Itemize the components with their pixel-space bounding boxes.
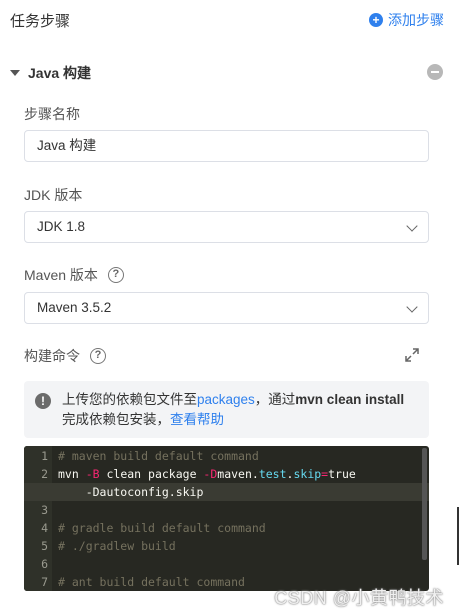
task-steps-header: 任务步骤 + 添加步骤 [0,0,460,40]
expand-icon[interactable] [404,347,420,363]
code-line: 3 [24,501,429,519]
jdk-label-text: JDK 版本 [24,187,83,203]
line-number: 4 [41,521,48,535]
header-title: 任务步骤 [10,13,71,30]
line-number: 1 [41,449,48,463]
build-cmd-label-text: 构建命令 [24,348,80,364]
upload-notice: ! 上传您的依赖包文件至packages，通过mvn clean install… [24,381,429,438]
notice-text-3: 完成依赖包安装， [62,412,170,427]
minus-circle-icon[interactable] [427,64,443,80]
line-number: 3 [41,503,48,517]
code-text: # gradle build default command [58,521,266,535]
editor-scrollbar[interactable] [422,448,427,560]
step-title: Java 构建 [28,65,92,81]
packages-link[interactable]: packages [197,392,255,407]
line-number: 6 [41,557,48,571]
notice-text-2: ，通过 [254,392,296,407]
caret-down-icon[interactable] [10,70,20,76]
code-line: 2 mvn -B clean package -Dmaven.test.skip… [24,465,429,483]
jdk-select-value: JDK 1.8 [37,219,86,234]
line-number: 5 [41,539,48,553]
code-text: # ./gradlew build [58,539,176,553]
question-circle-icon[interactable]: ? [90,348,106,364]
question-circle-icon[interactable]: ? [107,267,124,283]
step-name-label-text: 步骤名称 [24,106,80,122]
plus-circle-icon: + [369,13,383,27]
line-number: 2 [41,467,48,481]
line-number: 7 [41,575,48,589]
info-circle-icon: ! [35,393,51,409]
step-name-input[interactable]: Java 构建 [24,130,429,162]
notice-text-1: 上传您的依赖包文件至 [62,392,197,407]
add-step-label: 添加步骤 [388,12,444,28]
build-cmd-label: 构建命令 ? [24,346,106,366]
step-name-label: 步骤名称 [24,104,80,124]
maven-select-value: Maven 3.5.2 [37,300,112,315]
page-scrollbar[interactable] [457,507,459,565]
step-header[interactable]: Java 构建 [10,62,445,84]
maven-label-text: Maven 版本 [24,267,98,283]
chevron-down-icon [406,220,418,232]
code-line-active: -Dautoconfig.skip [24,483,429,501]
maven-label: Maven 版本 ? [24,265,124,285]
watermark: CSDN @小黄鸭技术 [274,588,444,608]
jdk-label: JDK 版本 [24,185,82,205]
code-text: -Dautoconfig.skip [58,485,204,499]
code-line: 4 # gradle build default command [24,519,429,537]
chevron-down-icon [406,301,418,313]
add-step-button[interactable]: + 添加步骤 [369,10,444,30]
code-text: # ant build default command [58,575,245,589]
jdk-select[interactable]: JDK 1.8 [24,211,429,243]
code-text: # maven build default command [58,449,259,463]
maven-select[interactable]: Maven 3.5.2 [24,292,429,324]
help-link[interactable]: 查看帮助 [170,412,224,427]
build-command-editor[interactable]: 1 # maven build default command 2 mvn -B… [24,446,429,591]
code-line: 6 [24,555,429,573]
code-line: 5 # ./gradlew build [24,537,429,555]
code-line: 1 # maven build default command [24,447,429,465]
notice-command: mvn clean install [295,392,405,407]
code-text: mvn -B clean package -Dmaven.test.skip=t… [58,467,356,481]
